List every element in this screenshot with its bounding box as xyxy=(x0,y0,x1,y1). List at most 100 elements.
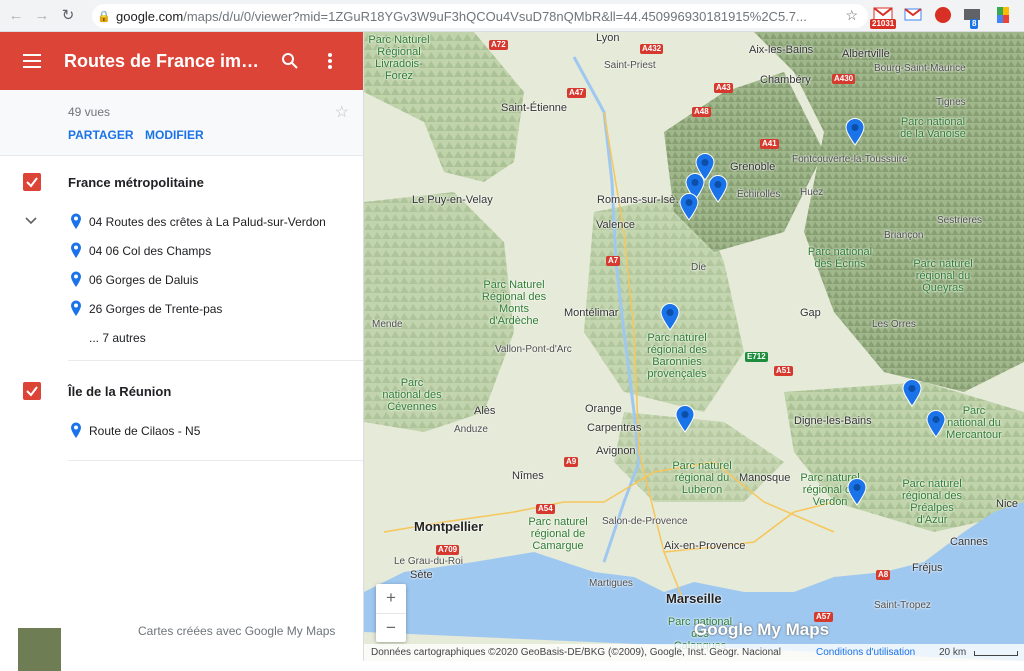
back-icon[interactable]: ← xyxy=(6,6,26,26)
road-shield: A9 xyxy=(564,457,579,467)
layer-checkbox-france[interactable] xyxy=(23,173,41,191)
city-label: Fréjus xyxy=(912,562,943,574)
zoom-in-button[interactable]: + xyxy=(376,584,406,613)
map-attribution: Données cartographiques ©2020 GeoBasis-D… xyxy=(371,647,781,658)
city-label: Sestrieres xyxy=(937,215,983,226)
view-count: 49 vues xyxy=(68,105,111,119)
city-label: Montpellier xyxy=(414,519,484,534)
park-label: Parc naturel régional des Préalpes d'Azu… xyxy=(902,478,962,526)
city-label: Albertville xyxy=(842,48,890,60)
city-label: Saint-Priest xyxy=(604,60,656,71)
road-shield: A51 xyxy=(774,366,793,376)
city-label: Aix-en-Provence xyxy=(664,540,746,552)
screen-extension-icon[interactable]: 8 xyxy=(962,5,984,29)
layer-france: France métropolitaine 04 Routes des crêt… xyxy=(0,156,363,361)
map-pin-icon xyxy=(71,213,81,229)
city-label: Le Puy-en-Velay xyxy=(412,194,493,206)
park-label: Parc national du Mercantour xyxy=(946,405,1002,441)
park-label: Parc naturel régional du Luberon xyxy=(672,460,732,496)
search-icon[interactable] xyxy=(270,52,310,70)
city-label: Valence xyxy=(596,219,635,231)
list-item[interactable]: 26 Gorges de Trente-pas xyxy=(0,295,363,324)
map-thumbnail[interactable] xyxy=(18,628,61,671)
forward-icon[interactable]: → xyxy=(32,6,52,26)
map-pin-icon xyxy=(71,271,81,287)
terms-link[interactable]: Conditions d'utilisation xyxy=(816,647,915,658)
share-button[interactable]: PARTAGER xyxy=(68,128,134,142)
red-extension-icon[interactable] xyxy=(932,5,954,27)
city-label: Briançon xyxy=(884,230,924,241)
bookmark-star-icon[interactable]: ☆ xyxy=(845,7,858,24)
city-label: Digne-les-Bains xyxy=(794,415,872,427)
map-marker-icon[interactable] xyxy=(708,175,728,203)
map-pin-icon xyxy=(71,242,81,258)
map-marker-icon[interactable] xyxy=(660,303,680,331)
road-shield: A41 xyxy=(760,139,779,149)
park-label: Parc national de la Vanoise xyxy=(900,116,966,140)
map-canvas[interactable]: Lyon Aix-les-Bains Albertville Bourg-Sai… xyxy=(364,32,1024,661)
city-label: Grenoble xyxy=(730,161,776,173)
address-bar[interactable]: 🔒 google.com/maps/d/u/0/viewer?mid=1ZGuR… xyxy=(92,4,868,28)
mail-extension-icon[interactable] xyxy=(902,5,924,27)
city-label: Alès xyxy=(474,405,496,417)
map-footer: Données cartographiques ©2020 GeoBasis-D… xyxy=(364,644,1024,661)
scale-bar xyxy=(974,651,1018,656)
road-shield: E712 xyxy=(745,352,768,362)
city-label: Fontcouverte-la-Toussuire xyxy=(792,154,908,165)
road-shield: A48 xyxy=(692,107,711,117)
more-options-icon[interactable] xyxy=(310,52,350,70)
gmail-extension-icon[interactable]: 21031 xyxy=(870,5,897,29)
map-meta: 49 vues PARTAGER MODIFIER ☆ xyxy=(0,90,363,156)
park-label: Parc Naturel Régional des Monts d'Ardèch… xyxy=(481,279,547,327)
list-item[interactable]: Route de Cilaos - N5 xyxy=(0,417,363,446)
city-label: Salon-de-Provence xyxy=(602,516,688,527)
city-label: Nice xyxy=(996,498,1019,510)
city-label: Gap xyxy=(800,307,821,319)
city-label: Vallon-Pont-d'Arc xyxy=(495,344,572,355)
map-title: Routes de France impre… xyxy=(64,50,270,71)
city-label: Marseille xyxy=(666,591,722,606)
map-marker-icon[interactable] xyxy=(845,118,865,146)
map-marker-icon[interactable] xyxy=(847,478,867,506)
city-label: Anduze xyxy=(454,424,488,435)
map-marker-icon[interactable] xyxy=(675,405,695,433)
city-label: Sète xyxy=(410,569,433,581)
list-item[interactable]: 04 06 Col des Champs xyxy=(0,237,363,266)
road-shield: A430 xyxy=(832,74,856,84)
star-icon[interactable]: ☆ xyxy=(335,102,349,122)
road-shield: A72 xyxy=(489,40,508,50)
divider xyxy=(68,360,363,361)
park-label: Parc naturel régional de Camargue xyxy=(528,516,588,552)
lock-icon[interactable]: 🔒 xyxy=(92,10,116,23)
zoom-out-button[interactable]: − xyxy=(376,613,406,642)
map-pin-icon xyxy=(71,300,81,316)
zoom-control: + − xyxy=(376,584,406,642)
map-pin-icon xyxy=(71,422,81,438)
hamburger-menu-icon[interactable] xyxy=(0,54,64,68)
map-marker-icon[interactable] xyxy=(902,379,922,407)
url-text: google.com/maps/d/u/0/viewer?mid=1ZGuR18… xyxy=(116,8,807,24)
city-label: Les Orres xyxy=(872,319,916,330)
google-my-maps-logo: Google My Maps xyxy=(694,620,830,639)
edit-button[interactable]: MODIFIER xyxy=(145,128,204,142)
road-shield: A432 xyxy=(640,44,664,54)
park-label: Parc national des Cévennes xyxy=(382,377,442,413)
reload-icon[interactable]: ↻ xyxy=(58,6,78,26)
road-shield: A709 xyxy=(436,545,460,555)
park-label: Parc national des Écrins xyxy=(807,246,873,270)
city-label: Chambéry xyxy=(760,74,811,86)
list-item[interactable]: 06 Gorges de Daluis xyxy=(0,266,363,295)
city-label: Lyon xyxy=(596,32,620,44)
layer-checkbox-reunion[interactable] xyxy=(23,382,41,400)
city-label: Tignes xyxy=(936,97,966,108)
my-maps-credits: Cartes créées avec Google My Maps xyxy=(138,624,336,638)
list-item[interactable]: 04 Routes des crêtes à La Palud-sur-Verd… xyxy=(0,208,363,237)
map-marker-icon[interactable] xyxy=(926,410,946,438)
more-items-link[interactable]: ... 7 autres xyxy=(0,324,363,353)
docs-extension-icon[interactable] xyxy=(992,5,1014,27)
map-marker-icon[interactable] xyxy=(679,193,699,221)
city-label: Carpentras xyxy=(587,422,642,434)
city-label: Mende xyxy=(372,319,403,330)
city-label: Romans-sur-Isè… xyxy=(597,194,687,206)
layer-name: France métropolitaine xyxy=(68,175,204,190)
